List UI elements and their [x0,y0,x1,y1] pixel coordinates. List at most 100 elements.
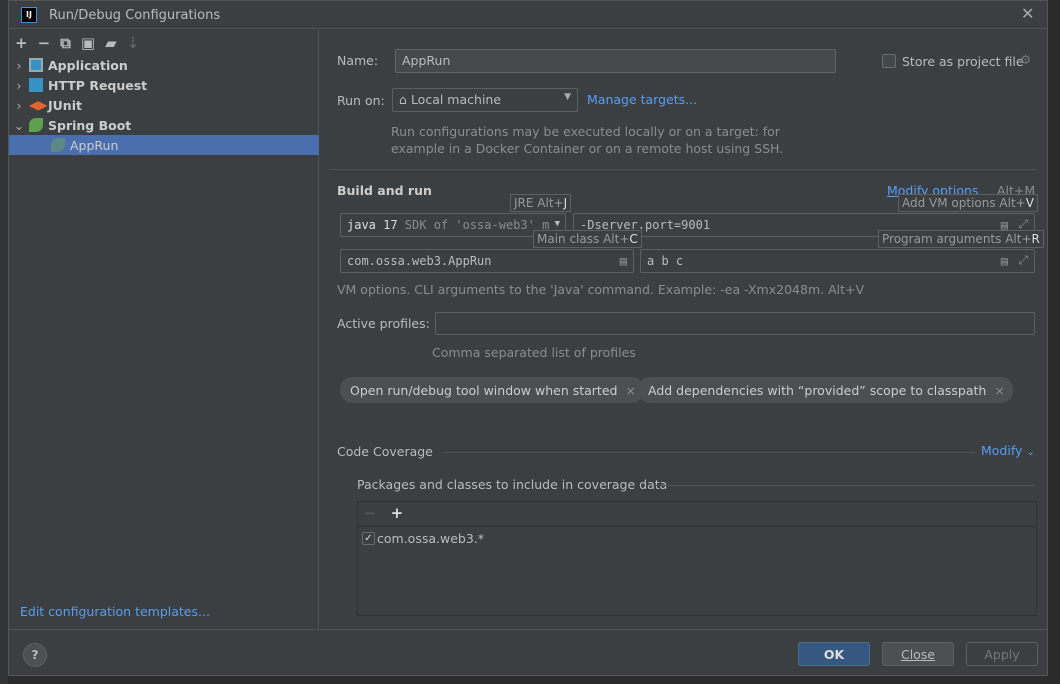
jre-detail: SDK of 'ossa-web3' m [397,218,550,232]
help-button[interactable]: ? [23,643,47,667]
close-icon[interactable]: × [994,383,1004,398]
tree-item-label: HTTP Request [48,77,148,93]
intellij-logo-icon: IJ [21,7,37,23]
dropdown-arrow-icon: ▼ [554,219,560,229]
apply-button[interactable]: Apply [966,642,1038,666]
package-label: com.ossa.web3.* [377,531,485,546]
vm-options-hint: VM options. CLI arguments to the 'Java' … [337,282,865,297]
chevron-down-icon: ⌄ [1026,447,1035,458]
name-value: AppRun [402,53,451,68]
main-class-input[interactable]: com.ossa.web3.AppRun ▤ [340,249,634,273]
run-on-hint: example in a Docker Container or on a re… [391,141,784,156]
divider [443,452,975,453]
minus-icon[interactable]: − [38,34,51,52]
title-bar: IJ Run/Debug Configurations ✕ [9,1,1047,29]
tooltip-text: Main class Alt+ [537,232,630,246]
run-on-label: Run on: [337,93,385,108]
code-coverage-title: Code Coverage [337,444,433,459]
active-profiles-label: Active profiles: [337,316,430,331]
tooltip-text: Program arguments Alt+ [882,232,1032,246]
tooltip-program-args: Program arguments Alt+R [878,230,1044,248]
program-args-input[interactable]: a b c ▤ ⤢ [640,249,1035,273]
divider [329,169,1037,170]
application-icon [29,58,43,72]
main-class-value: com.ossa.web3.AppRun [347,254,492,268]
chevron-right-icon[interactable]: › [9,98,29,113]
ide-background-right [1049,0,1060,684]
active-profiles-input[interactable] [435,312,1035,335]
tooltip-vm-options: Add VM options Alt+V [898,194,1038,212]
program-args-value: a b c [647,254,684,268]
gear-icon[interactable]: ⚙ [1020,52,1031,67]
tooltip-jre: JRE Alt+J [510,194,572,212]
tree-item-junit[interactable]: › ◀▶ JUnit [9,95,319,115]
chevron-right-icon[interactable]: › [9,58,29,73]
divider [9,629,1047,630]
list-icon[interactable]: ▤ [1001,254,1008,268]
store-project-label: Store as project file [902,54,1024,69]
tree-item-http-request[interactable]: › HTTP Request [9,75,319,95]
packages-toolbar: − + [358,502,1036,527]
add-icon[interactable]: + [391,504,404,524]
copy-icon[interactable]: ⧉ [60,34,71,52]
name-input[interactable]: AppRun [395,49,836,73]
close-button[interactable]: Close [882,642,954,666]
api-icon [29,78,43,92]
dropdown-arrow-icon: ▼ [564,92,571,102]
save-icon[interactable]: ▣ [81,34,95,52]
chip-label: Add dependencies with “provided” scope t… [648,382,987,398]
plus-icon[interactable]: + [15,34,28,52]
chevron-down-icon[interactable]: ⌄ [9,118,29,133]
close-icon[interactable]: × [625,383,635,398]
edit-templates-link[interactable]: Edit configuration templates... [20,604,210,619]
name-label: Name: [337,53,379,68]
junit-icon: ◀▶ [29,98,48,112]
window-title: Run/Debug Configurations [49,8,221,23]
sort-icon: ⇣ [126,34,140,52]
close-icon[interactable]: ✕ [1021,4,1034,23]
tooltip-text: Add VM options Alt+ [902,196,1026,210]
chip-open-tool-window[interactable]: Open run/debug tool window when started × [340,377,644,403]
tree-item-label: Application [48,57,128,73]
tooltip-key: C [629,232,638,246]
build-run-title: Build and run [337,183,432,198]
jre-value: java 17 [347,218,398,232]
tree-toolbar: + − ⧉ ▣ ▰ ⇣ [15,34,139,52]
new-folder-icon[interactable]: ▰ [105,34,117,52]
manage-targets-link[interactable]: Manage targets... [587,92,697,107]
tree-item-spring-boot[interactable]: ⌄ Spring Boot [9,115,319,135]
modify-label: Modify [981,443,1023,458]
tree-item-label: JUnit [48,97,82,113]
browse-icon[interactable]: ▤ [620,254,627,268]
tooltip-main-class: Main class Alt+C [533,230,642,248]
tree-item-application[interactable]: › Application [9,55,319,75]
remove-icon: − [364,504,377,522]
tree-item-apprun[interactable]: AppRun [9,135,319,155]
store-project-checkbox[interactable] [882,54,896,68]
tooltip-text: JRE Alt+ [514,196,564,210]
run-on-value: Local machine [410,92,502,107]
list-item[interactable]: ✓ com.ossa.web3.* [358,527,1036,550]
ide-background-left [0,0,8,684]
tooltip-key: V [1025,196,1034,210]
run-debug-dialog: IJ Run/Debug Configurations ✕ + − ⧉ ▣ ▰ … [8,0,1048,676]
tree-item-label: AppRun [70,137,119,153]
divider [655,485,1035,486]
run-on-hint: Run configurations may be executed local… [391,124,780,139]
active-profiles-hint: Comma separated list of profiles [432,345,636,360]
chip-provided-scope[interactable]: Add dependencies with “provided” scope t… [638,377,1013,403]
config-tree-pane: + − ⧉ ▣ ▰ ⇣ › Application › HTTP Request ›… [9,30,319,630]
package-checkbox[interactable]: ✓ [362,532,375,545]
packages-list: − + ✓ com.ossa.web3.* [357,501,1037,616]
spring-boot-icon [51,138,65,152]
spring-boot-icon [29,118,43,132]
ok-button[interactable]: OK [798,642,870,666]
chevron-right-icon[interactable]: › [9,78,29,93]
run-on-dropdown[interactable]: ⌂ Local machine ▼ [392,88,578,112]
chip-label: Open run/debug tool window when started [350,382,618,398]
home-icon: ⌂ [399,92,407,107]
expand-icon[interactable]: ⤢ [1018,253,1028,268]
coverage-modify-link[interactable]: Modify ⌄ [981,443,1035,458]
tooltip-key: J [563,196,568,210]
packages-title: Packages and classes to include in cover… [357,477,668,492]
